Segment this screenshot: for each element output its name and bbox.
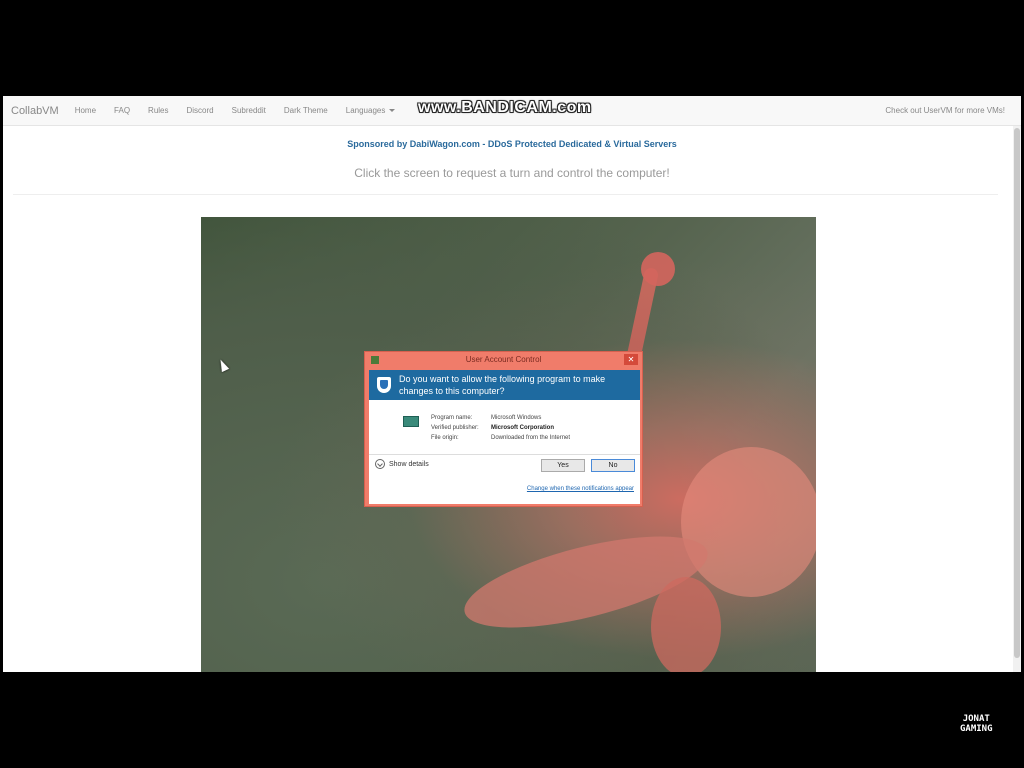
- channel-logo-line1: JONAT: [962, 714, 990, 724]
- divider: [13, 194, 998, 195]
- uac-separator: [369, 454, 640, 455]
- channel-logo-line2: GAMING: [960, 724, 993, 734]
- uac-body: Do you want to allow the following progr…: [369, 370, 640, 504]
- turn-instruction: Click the screen to request a turn and c…: [354, 166, 670, 180]
- flower-petal: [681, 447, 816, 597]
- channel-logo: JONAT GAMING: [960, 714, 993, 734]
- chevron-down-icon: [375, 459, 385, 469]
- show-details-label: Show details: [389, 460, 429, 468]
- program-name-label: Program name:: [431, 415, 473, 421]
- nav-languages-label: Languages: [345, 106, 386, 115]
- flower-petal: [651, 577, 721, 672]
- scrollbar-thumb[interactable]: [1014, 128, 1020, 658]
- nav-languages-dropdown[interactable]: Languages: [346, 106, 396, 115]
- uac-header: Do you want to allow the following progr…: [369, 370, 640, 400]
- bandicam-watermark: www.BANDICAM.com: [418, 99, 592, 116]
- sponsor-link[interactable]: Sponsored by DabiWagon.com - DDoS Protec…: [3, 139, 1021, 149]
- show-details-toggle[interactable]: Show details: [375, 459, 429, 469]
- program-icon: [403, 416, 419, 427]
- brand-link[interactable]: CollabVM: [11, 105, 59, 117]
- caret-down-icon: [389, 109, 396, 113]
- nav-faq[interactable]: FAQ: [114, 106, 130, 115]
- uac-field-labels: Program name: Verified publisher: File o…: [431, 413, 479, 443]
- publisher-label: Verified publisher:: [431, 425, 479, 431]
- program-name-value: Microsoft Windows: [491, 415, 542, 421]
- origin-label: File origin:: [431, 435, 459, 441]
- nav-home[interactable]: Home: [75, 106, 96, 115]
- origin-value: Downloaded from the Internet: [491, 435, 571, 441]
- nav-dark-theme[interactable]: Dark Theme: [284, 106, 328, 115]
- yes-button[interactable]: Yes: [541, 459, 585, 472]
- uac-field-values: Microsoft Windows Microsoft Corporation …: [491, 413, 570, 443]
- flower-bud: [641, 252, 675, 286]
- nav-rules[interactable]: Rules: [148, 106, 168, 115]
- nav-subreddit[interactable]: Subreddit: [232, 106, 266, 115]
- shield-icon: [377, 377, 391, 393]
- close-button[interactable]: ✕: [624, 354, 638, 365]
- uac-title: User Account Control: [465, 355, 542, 364]
- uservm-link[interactable]: Check out UserVM for more VMs!: [885, 106, 1005, 115]
- change-notifications-link[interactable]: Change when these notifications appear: [527, 486, 634, 492]
- uac-question: Do you want to allow the following progr…: [399, 374, 606, 396]
- no-button[interactable]: No: [591, 459, 635, 472]
- nav-discord[interactable]: Discord: [187, 106, 214, 115]
- uac-dialog: User Account Control ✕ Do you want to al…: [364, 351, 643, 507]
- video-frame: CollabVM Home FAQ Rules Discord Subreddi…: [0, 0, 1024, 768]
- publisher-value: Microsoft Corporation: [491, 425, 554, 431]
